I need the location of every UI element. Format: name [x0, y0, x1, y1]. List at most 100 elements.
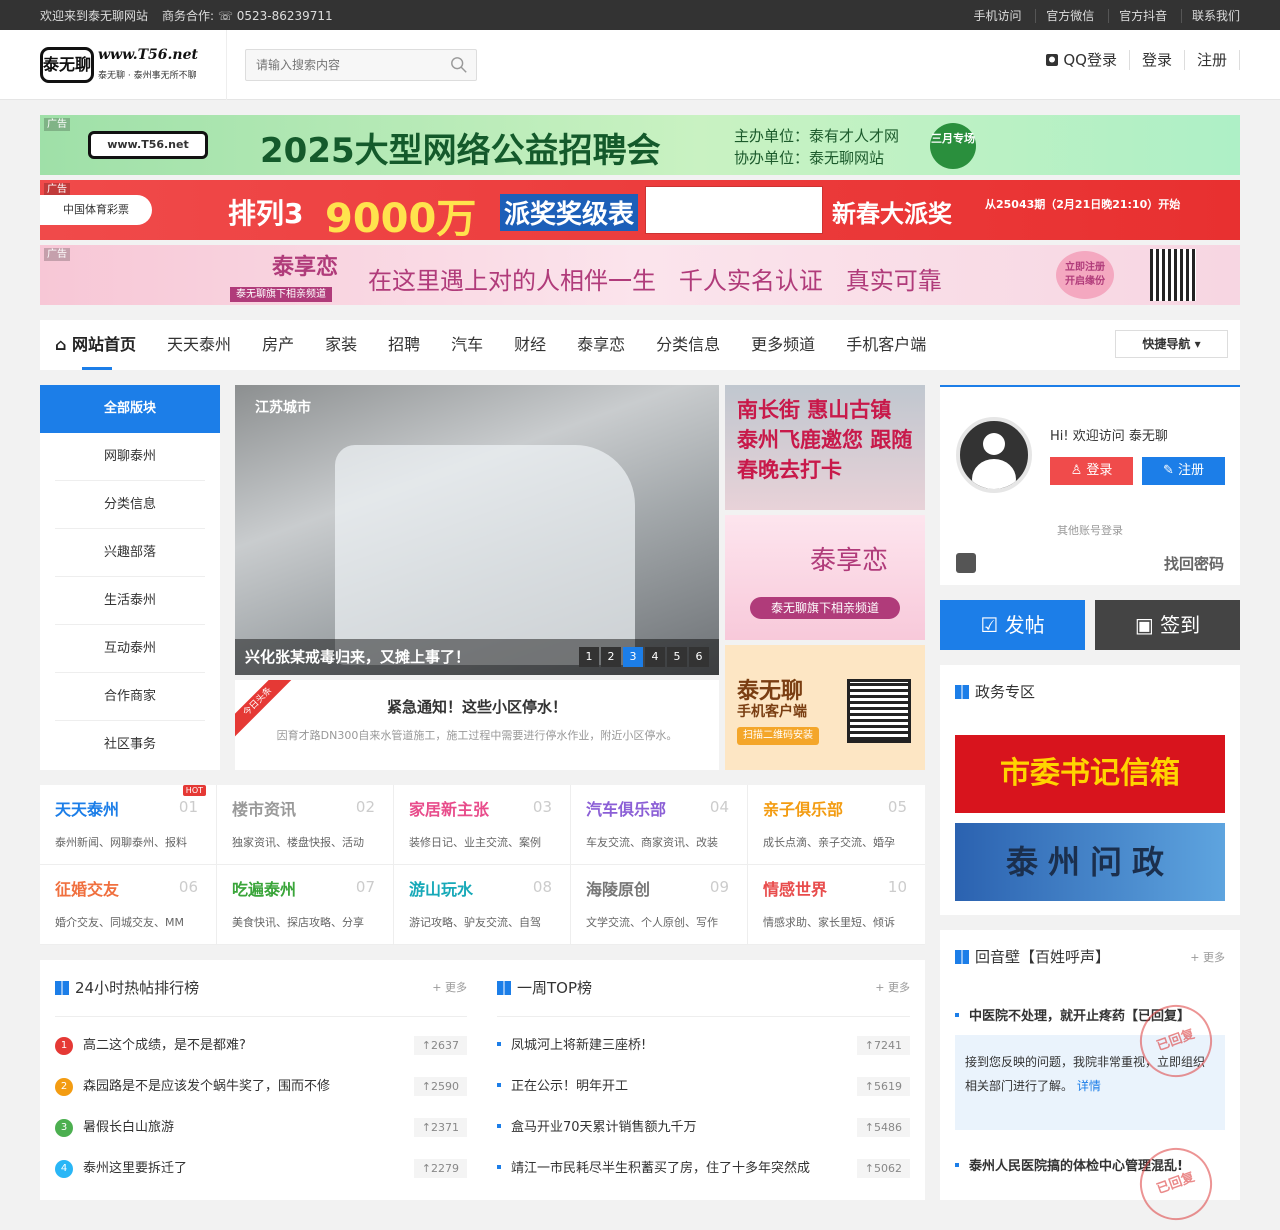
news-slider[interactable]: 江苏城市 兴化张某戒毒归来，又摊上事了！ 123456 — [235, 385, 719, 675]
nav-tiantian[interactable]: 天天泰州 — [167, 320, 231, 370]
wechat-link[interactable]: 官方微信 — [1035, 8, 1095, 23]
more-link[interactable]: + 更多 — [1190, 930, 1225, 985]
category-card[interactable]: 亲子俱乐部 05 成长点滴、亲子交流、婚孕 — [748, 785, 925, 865]
category-number: 10 — [887, 878, 907, 896]
grid-icon — [55, 981, 69, 995]
register-button[interactable]: ✎ 注册 — [1142, 457, 1225, 485]
nav-jobs[interactable]: 招聘 — [388, 320, 420, 370]
taizhou-wenzheng-banner[interactable]: 泰州问政 — [955, 823, 1225, 901]
login-link[interactable]: 登录 — [1130, 50, 1185, 70]
nav-auto[interactable]: 汽车 — [451, 320, 483, 370]
top-post-row[interactable]: 正在公示！明年开工 ↑5619 — [482, 1066, 925, 1107]
category-card[interactable]: 游山玩水 08 游记攻略、驴友交流、自驾 — [394, 865, 571, 945]
post-title[interactable]: 泰州这里要拆迁了 — [83, 1161, 187, 1176]
post-title[interactable]: 靖江一市民耗尽半生积蓄买了房，住了十多年突然成 — [511, 1161, 810, 1176]
checkin-button[interactable]: ▣ 签到 — [1095, 600, 1240, 650]
banner-lottery[interactable]: 广告 中国体育彩票 排列3 9000万 派奖奖级表 新春大派奖 从25043期（… — [40, 180, 1240, 240]
banner-dating[interactable]: 广告 泰享恋 泰无聊旗下相亲频道 在这里遇上对的人相伴一生 千人实名认证 真实可… — [40, 245, 1240, 305]
nav-home[interactable]: ⌂ 网站首页 — [55, 320, 136, 370]
top-post-row[interactable]: 凤城河上将新建三座桥! ↑7241 — [482, 1025, 925, 1066]
category-card[interactable]: 征婚交友 06 婚介交友、同城交友、MM — [40, 865, 217, 945]
slider-page-button[interactable]: 6 — [689, 647, 709, 667]
category-card[interactable]: 汽车俱乐部 04 车友交流、商家资讯、改装 — [571, 785, 748, 865]
banner-job-fair[interactable]: 广告 www.T56.net 2025大型网络公益招聘会 主办单位：泰有才人才网… — [40, 115, 1240, 175]
post-title[interactable]: 正在公示！明年开工 — [511, 1079, 628, 1094]
grid-icon — [497, 981, 511, 995]
nav-more[interactable]: 更多频道 — [751, 320, 815, 370]
nav-app[interactable]: 手机客户端 — [846, 320, 926, 370]
view-count: ↑2637 — [413, 1036, 467, 1055]
more-link[interactable]: + 更多 — [432, 960, 467, 1016]
nav-decor[interactable]: 家装 — [325, 320, 357, 370]
hot-post-row[interactable]: 2 森园路是不是应该发个蜗牛奖了，围而不修 ↑2590 — [40, 1066, 482, 1107]
sidebar-item[interactable]: 互动泰州 — [55, 625, 205, 673]
category-number: 03 — [532, 798, 552, 816]
promo-app[interactable]: 泰无聊 手机客户端 扫描二维码安装 — [725, 645, 925, 770]
sidebar-item[interactable]: 兴趣部落 — [55, 529, 205, 577]
view-count: ↑2279 — [413, 1159, 467, 1178]
hot-badge: HOT — [182, 785, 206, 796]
more-link[interactable]: + 更多 — [875, 960, 910, 1016]
login-panel: Hi! 欢迎访问 泰无聊 ♙ 登录 ✎ 注册 其他账号登录 找回密码 — [940, 385, 1240, 585]
headline-title[interactable]: 紧急通知！这些小区停水！ — [235, 696, 719, 717]
category-desc: 情感求助、家长里短、倾诉 — [763, 916, 895, 929]
post-title[interactable]: 盒马开业70天累计销售额九千万 — [511, 1120, 697, 1135]
echo-title: 回音壁【百姓呼声】 — [975, 948, 1111, 966]
nav-classified[interactable]: 分类信息 — [656, 320, 720, 370]
nav-dating[interactable]: 泰享恋 — [577, 320, 625, 370]
slider-page-button[interactable]: 4 — [645, 647, 665, 667]
nav-finance[interactable]: 财经 — [514, 320, 546, 370]
hot-post-row[interactable]: 1 高二这个成绩，是不是都难? ↑2637 — [40, 1025, 482, 1066]
douyin-link[interactable]: 官方抖音 — [1108, 8, 1168, 23]
grid-icon — [955, 950, 969, 964]
slider-page-button[interactable]: 1 — [579, 647, 599, 667]
category-desc: 车友交流、商家资讯、改装 — [586, 836, 718, 849]
top-post-row[interactable]: 盒马开业70天累计销售额九千万 ↑5486 — [482, 1107, 925, 1148]
sidebar-item[interactable]: 社区事务 — [55, 721, 205, 769]
qq-login-link[interactable]: QQ登录 — [1033, 50, 1130, 70]
post-title[interactable]: 高二这个成绩，是不是都难? — [83, 1038, 246, 1053]
promo-spring-festival[interactable]: 南长街 惠山古镇 泰州飞鹿邀您 跟随春晚去打卡 — [725, 385, 925, 510]
sidebar-head[interactable]: 全部版块 — [40, 385, 220, 433]
category-card[interactable]: 吃遍泰州 07 美食快讯、探店攻略、分享 — [217, 865, 394, 945]
search-input[interactable] — [246, 50, 436, 80]
quick-nav-dropdown[interactable]: 快捷导航 ▾ — [1115, 330, 1228, 358]
category-card[interactable]: 家居新主张 03 装修日记、业主交流、案例 — [394, 785, 571, 865]
promo-dating[interactable]: 泰享恋 泰无聊旗下相亲频道 — [725, 515, 925, 640]
slider-page-button[interactable]: 2 — [601, 647, 621, 667]
sidebar-item[interactable]: 合作商家 — [55, 673, 205, 721]
site-logo[interactable]: 泰无聊 www.T56.net 泰无聊 · 泰州事无所不聊 — [40, 43, 210, 87]
slider-page-button[interactable]: 3 — [623, 647, 643, 667]
calendar-icon: ▣ — [1134, 613, 1161, 637]
category-card[interactable]: 情感世界 10 情感求助、家长里短、倾诉 — [748, 865, 925, 945]
contact-link[interactable]: 联系我们 — [1180, 8, 1240, 23]
search-icon[interactable] — [450, 56, 468, 74]
category-card[interactable]: 楼市资讯 02 独家资讯、楼盘快报、活动 — [217, 785, 394, 865]
hot-post-row[interactable]: 4 泰州这里要拆迁了 ↑2279 — [40, 1148, 482, 1189]
forgot-password-link[interactable]: 找回密码 — [1164, 553, 1224, 574]
mobile-link[interactable]: 手机访问 — [963, 9, 1021, 23]
view-count: ↑5486 — [856, 1118, 910, 1137]
hot-post-row[interactable]: 3 暑假长白山旅游 ↑2371 — [40, 1107, 482, 1148]
caret-down-icon: ▾ — [1194, 337, 1201, 351]
qq-login-icon[interactable] — [956, 553, 976, 573]
post-button[interactable]: ☑ 发帖 — [940, 600, 1085, 650]
category-card[interactable]: 天天泰州 01 泰州新闻、网聊泰州、报料 HOT — [40, 785, 217, 865]
detail-link[interactable]: 详情 — [1077, 1079, 1101, 1093]
post-title[interactable]: 暑假长白山旅游 — [83, 1120, 174, 1135]
sidebar-item[interactable]: 网聊泰州 — [55, 433, 205, 481]
headline-card[interactable]: 今日头条 紧急通知！这些小区停水！ 因育才路DN300自来水管道施工，施工过程中… — [235, 680, 719, 770]
category-card[interactable]: 海陵原创 09 文学交流、个人原创、写作 — [571, 865, 748, 945]
sidebar-item[interactable]: 分类信息 — [55, 481, 205, 529]
nav-house[interactable]: 房产 — [262, 320, 294, 370]
register-link[interactable]: 注册 — [1185, 50, 1240, 70]
top-post-row[interactable]: 靖江一市民耗尽半生积蓄买了房，住了十多年突然成 ↑5062 — [482, 1148, 925, 1189]
qq-icon — [1046, 54, 1059, 66]
post-title[interactable]: 森园路是不是应该发个蜗牛奖了，围而不修 — [83, 1079, 330, 1094]
bullet-icon — [497, 1083, 501, 1087]
post-title[interactable]: 凤城河上将新建三座桥! — [511, 1038, 646, 1053]
sidebar-item[interactable]: 生活泰州 — [55, 577, 205, 625]
login-button[interactable]: ♙ 登录 — [1050, 457, 1133, 485]
secretary-mailbox-banner[interactable]: 市委书记信箱 — [955, 735, 1225, 813]
slider-page-button[interactable]: 5 — [667, 647, 687, 667]
